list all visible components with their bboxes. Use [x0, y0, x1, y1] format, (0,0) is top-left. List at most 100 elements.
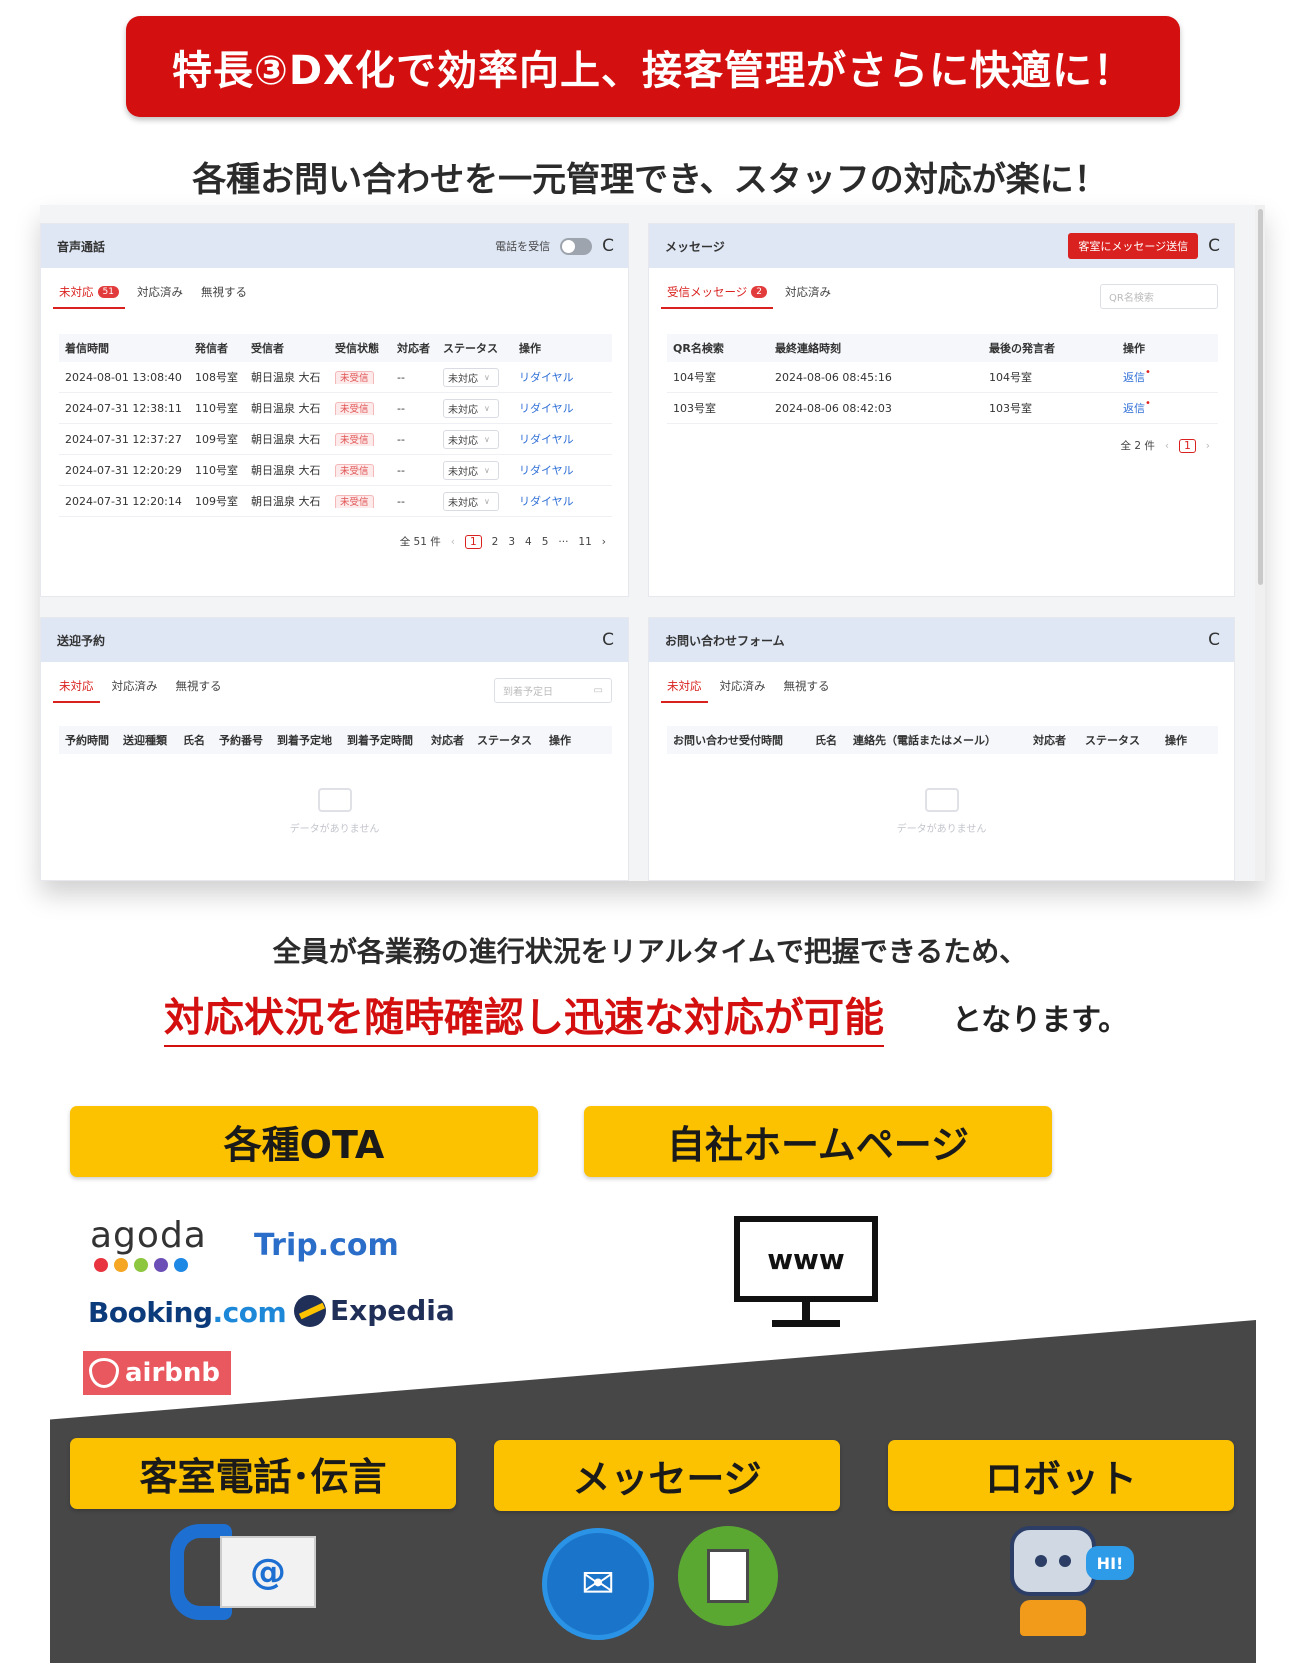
status-select[interactable]: 未対応 ∨	[443, 367, 499, 387]
tab-ignore[interactable]: 無視する	[176, 678, 222, 703]
tab-label: 受信メッセージ	[667, 285, 748, 299]
inquiry-form-panel: お問い合わせフォーム C 未対応 対応済み 無視する お問い合わせ受付時間 氏名…	[648, 617, 1235, 881]
send-message-button[interactable]: 客室にメッセージ送信	[1068, 233, 1199, 259]
tab-handled[interactable]: 対応済み	[720, 678, 766, 703]
table-row: 2024-07-31 12:37:27 109号室 朝日温泉 大石 未受信 --…	[59, 424, 612, 455]
tab-handled[interactable]: 対応済み	[112, 678, 158, 703]
voice-table: 着信時間 発信者 受信者 受信状態 対応者 ステータス 操作 2024-08-0…	[59, 334, 612, 517]
status-select[interactable]: 未対応 ∨	[443, 491, 499, 511]
column-header: 到着予定地	[277, 734, 332, 747]
agoda-dots	[90, 1258, 207, 1272]
page-link[interactable]: 4	[525, 536, 532, 548]
dashboard-scrollbar[interactable]	[1255, 205, 1265, 881]
voice-tabs: 未対応 51 対応済み 無視する	[53, 284, 247, 309]
panel-header: メッセージ 客室にメッセージ送信 C	[649, 224, 1234, 268]
agoda-logo: agoda	[90, 1218, 207, 1272]
caller: 108号室	[195, 371, 238, 384]
redial-link[interactable]: リダイヤル	[513, 369, 583, 385]
count-badge: 51	[97, 286, 119, 298]
hi-text: HI!	[1096, 1553, 1124, 1573]
column-header: 到着予定時間	[347, 734, 413, 747]
empty-box-icon	[317, 788, 352, 812]
refresh-icon[interactable]: C	[1208, 631, 1220, 649]
panel-title: 送迎予約	[57, 633, 106, 648]
empty-state: データがありません	[41, 788, 628, 835]
column-header: 操作	[1165, 734, 1187, 747]
www-monitor-icon: www	[734, 1216, 878, 1302]
call-time: 2024-07-31 12:38:11	[65, 401, 182, 415]
shuttle-tabs: 未対応 対応済み 無視する	[53, 678, 222, 703]
reply-link[interactable]: 返信	[1123, 402, 1145, 415]
tab-label: 無視する	[783, 679, 830, 693]
refresh-icon[interactable]: C	[602, 237, 614, 255]
empty-state: データがありません	[649, 788, 1234, 835]
page-link[interactable]: 2	[492, 536, 499, 548]
tab-handled[interactable]: 対応済み	[785, 284, 831, 309]
at-sign: @	[250, 1551, 286, 1593]
lead-text-rest: となります。	[952, 1003, 1129, 1038]
status-select[interactable]: 未対応 ∨	[443, 429, 499, 449]
airbnb-logo: airbnb	[83, 1351, 231, 1395]
redial-link[interactable]: リダイヤル	[513, 431, 583, 447]
room-phone-label: 客室電話･伝言	[70, 1438, 456, 1509]
handler: --	[397, 463, 405, 477]
count-badge: 2	[751, 286, 768, 298]
refresh-icon[interactable]: C	[1208, 237, 1220, 255]
inquiry-tabs: 未対応 対応済み 無視する	[661, 678, 830, 703]
receiver: 朝日温泉 大石	[251, 371, 321, 384]
call-time: 2024-07-31 12:20:29	[65, 463, 182, 477]
tab-received[interactable]: 受信メッセージ 2	[660, 284, 774, 309]
reply-link[interactable]: 返信	[1123, 371, 1145, 384]
tab-handled[interactable]: 対応済み	[137, 284, 183, 309]
scrollbar-thumb[interactable]	[1258, 209, 1263, 585]
tab-ignore[interactable]: 無視する	[784, 678, 830, 703]
next-page-icon[interactable]: ›	[602, 536, 606, 548]
ota-label: 各種OTA	[70, 1106, 538, 1177]
redial-link[interactable]: リダイヤル	[513, 493, 583, 509]
panel-title: 音声通話	[57, 239, 106, 254]
redial-link[interactable]: リダイヤル	[513, 400, 583, 416]
prev-page-icon[interactable]: ‹	[451, 536, 455, 548]
table-row: 104号室 2024-08-06 08:45:16 104号室 返信•	[667, 362, 1218, 393]
refresh-icon[interactable]: C	[602, 631, 614, 649]
page-ellipsis[interactable]: ···	[558, 536, 568, 548]
robot-eye	[1059, 1555, 1071, 1567]
column-header: 連絡先（電話またはメール）	[853, 734, 996, 747]
next-page-icon[interactable]: ›	[1206, 440, 1210, 452]
status-select[interactable]: 未対応 ∨	[443, 460, 499, 480]
column-header: 予約時間	[65, 734, 109, 747]
column-header: 対応者	[397, 342, 430, 355]
redial-link[interactable]: リダイヤル	[513, 462, 583, 478]
trip-com-logo: Trip.com	[254, 1228, 399, 1263]
monitor-base	[772, 1320, 840, 1327]
expedia-globe-icon	[294, 1294, 326, 1327]
prev-page-icon[interactable]: ‹	[1165, 440, 1169, 452]
column-header: 予約番号	[219, 734, 263, 747]
page-link[interactable]: 5	[542, 536, 549, 548]
column-header: 操作	[1123, 342, 1145, 355]
tab-unhandled[interactable]: 未対応 51	[53, 284, 125, 309]
page-link[interactable]: 11	[578, 536, 591, 548]
status-value: 未対応	[448, 497, 478, 509]
status-select[interactable]: 未対応 ∨	[443, 398, 499, 418]
tab-unhandled[interactable]: 未対応	[661, 678, 707, 703]
dashboard-screenshot: 音声通話 電話を受信 C 未対応 51 対応済み 無視する 着信時間 発信者 受…	[40, 205, 1265, 881]
title-banner: 特長③DX化で効率向上、接客管理がさらに快適に！	[126, 16, 1180, 117]
column-header: 送迎種類	[123, 734, 167, 747]
arrival-date-picker[interactable]: 到着予定日 ▭	[494, 678, 612, 703]
page-current[interactable]: 1	[1179, 438, 1196, 453]
dot	[114, 1258, 128, 1272]
table-row: 2024-07-31 12:20:29 110号室 朝日温泉 大石 未受信 --…	[59, 455, 612, 486]
voice-call-panel: 音声通話 電話を受信 C 未対応 51 対応済み 無視する 着信時間 発信者 受…	[40, 223, 629, 597]
receiver: 朝日温泉 大石	[251, 402, 321, 415]
page-current[interactable]: 1	[464, 534, 482, 549]
last-contact-time: 2024-08-06 08:45:16	[775, 370, 892, 384]
document-shape	[707, 1549, 749, 1603]
booking-dotcom: .com	[212, 1296, 287, 1329]
page-link[interactable]: 3	[508, 536, 515, 548]
tab-ignore[interactable]: 無視する	[201, 284, 247, 309]
receive-call-toggle[interactable]	[560, 237, 593, 255]
tab-unhandled[interactable]: 未対応	[53, 678, 99, 703]
column-header: 受信状態	[335, 342, 379, 355]
qr-search-input[interactable]: QR名検索	[1100, 284, 1218, 309]
